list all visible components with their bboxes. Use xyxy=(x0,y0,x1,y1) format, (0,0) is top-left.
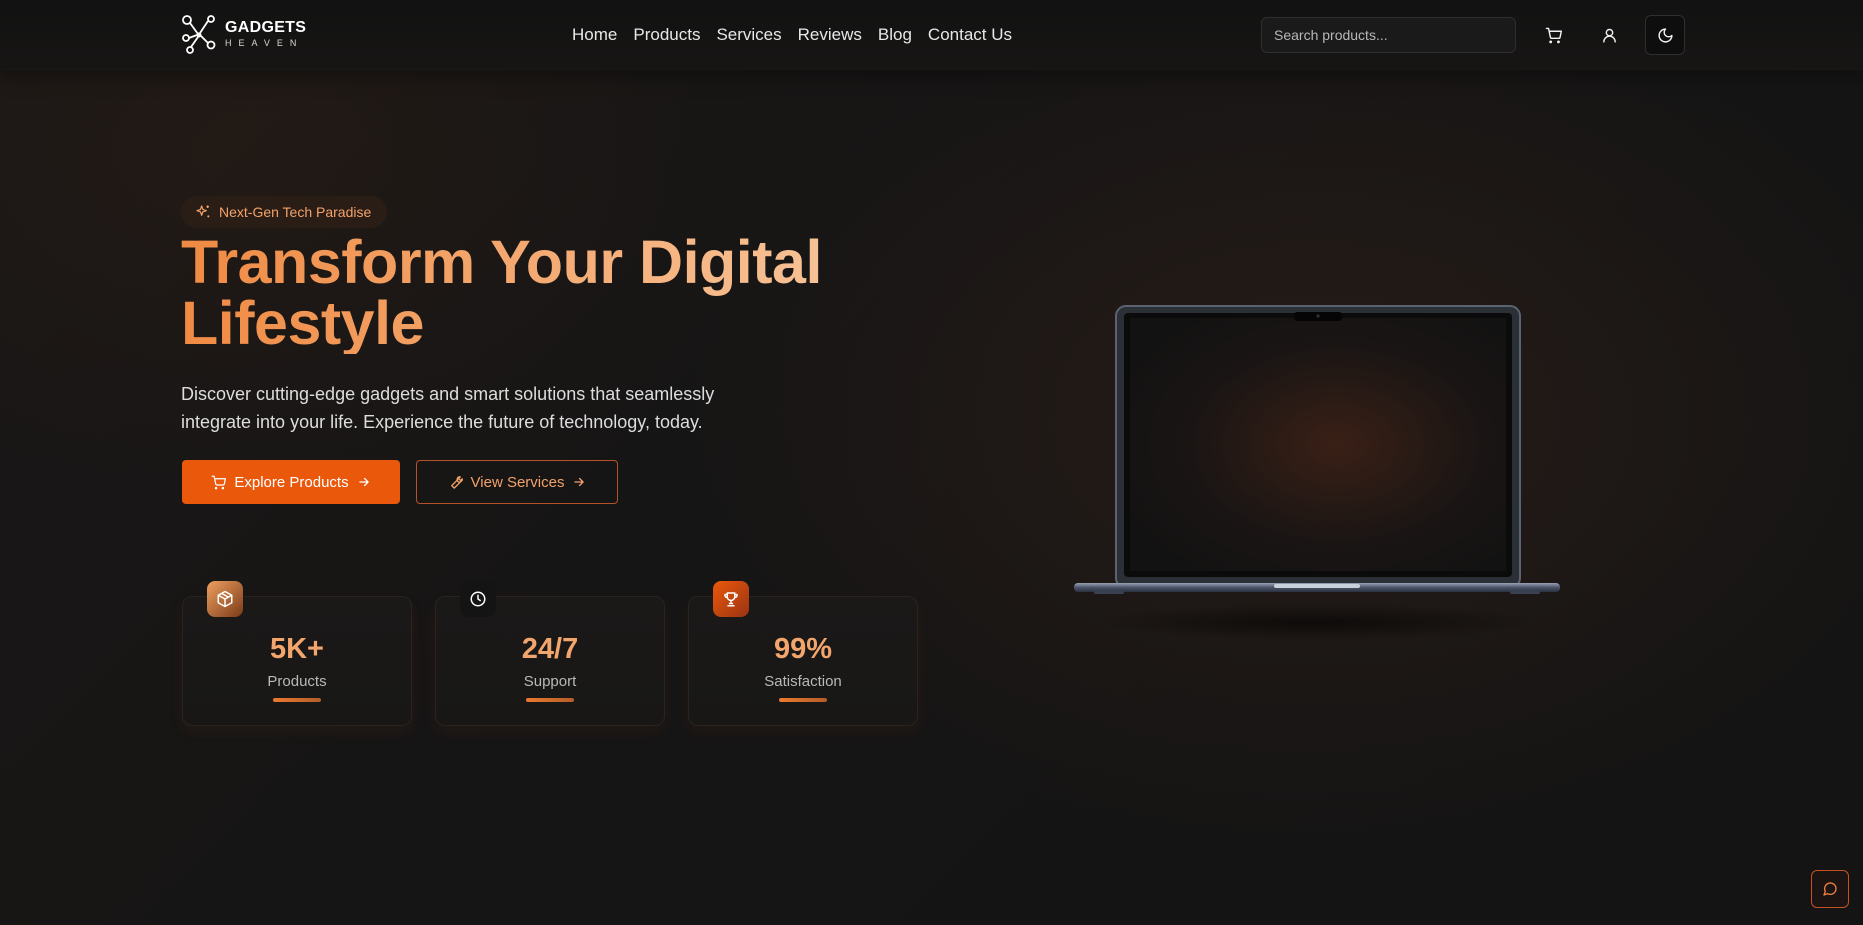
network-logo-icon xyxy=(182,15,216,54)
nav-services[interactable]: Services xyxy=(716,24,781,46)
moon-icon xyxy=(1657,27,1673,43)
brand-tagline: HEAVEN xyxy=(225,38,304,48)
trophy-icon xyxy=(713,581,749,617)
hero-title: Transform Your Digital Lifestyle xyxy=(181,232,921,354)
nav-products[interactable]: Products xyxy=(633,24,700,46)
brand-name: GADGETS xyxy=(225,19,307,36)
main-nav: Home Products Services Reviews Blog Cont… xyxy=(572,24,1012,46)
clock-icon xyxy=(460,581,496,617)
search-input[interactable] xyxy=(1261,17,1516,53)
nav-reviews[interactable]: Reviews xyxy=(798,24,862,46)
chat-button[interactable] xyxy=(1811,870,1849,908)
account-button[interactable] xyxy=(1589,15,1629,55)
view-services-button[interactable]: View Services xyxy=(416,460,618,504)
nav-blog[interactable]: Blog xyxy=(878,24,912,46)
stat-underline xyxy=(779,698,827,702)
cart-icon xyxy=(1545,27,1562,43)
explore-products-label: Explore Products xyxy=(234,473,349,491)
arrow-right-icon xyxy=(358,477,369,487)
stat-card-support: 24/7 Support xyxy=(435,581,665,726)
theme-toggle-button[interactable] xyxy=(1645,15,1685,55)
stat-value: 5K+ xyxy=(269,633,324,665)
hero-badge-label: Next-Gen Tech Paradise xyxy=(219,204,372,220)
package-icon xyxy=(207,581,243,617)
brand-logo[interactable]: GADGETS HEAVEN xyxy=(181,14,306,54)
hero-badge: Next-Gen Tech Paradise xyxy=(181,196,388,228)
laptop-image xyxy=(1074,305,1560,640)
stat-card-satisfaction: 99% Satisfaction xyxy=(688,581,918,726)
stat-underline xyxy=(526,698,574,702)
stat-value: 24/7 xyxy=(521,633,579,665)
sparkles-icon xyxy=(196,205,210,218)
nav-home[interactable]: Home xyxy=(572,24,617,46)
top-navbar: GADGETS HEAVEN Home Products Services Re… xyxy=(0,0,1863,70)
stat-underline xyxy=(273,698,321,702)
stat-label: Support xyxy=(523,673,577,690)
stat-value: 99% xyxy=(773,633,833,665)
hero-subtitle: Discover cutting-edge gadgets and smart … xyxy=(181,384,715,432)
arrow-right-icon xyxy=(574,477,585,487)
stat-label: Satisfaction xyxy=(764,673,842,690)
cart-icon xyxy=(212,475,227,489)
explore-products-button[interactable]: Explore Products xyxy=(182,460,400,504)
stat-card-products: 5K+ Products xyxy=(182,581,412,726)
cart-button[interactable] xyxy=(1533,15,1573,55)
wrench-icon xyxy=(450,475,463,489)
stat-label: Products xyxy=(267,673,327,690)
chat-bubble-icon xyxy=(1823,882,1837,896)
view-services-label: View Services xyxy=(470,473,565,491)
nav-contact-us[interactable]: Contact Us xyxy=(928,24,1012,46)
user-icon xyxy=(1602,28,1616,43)
